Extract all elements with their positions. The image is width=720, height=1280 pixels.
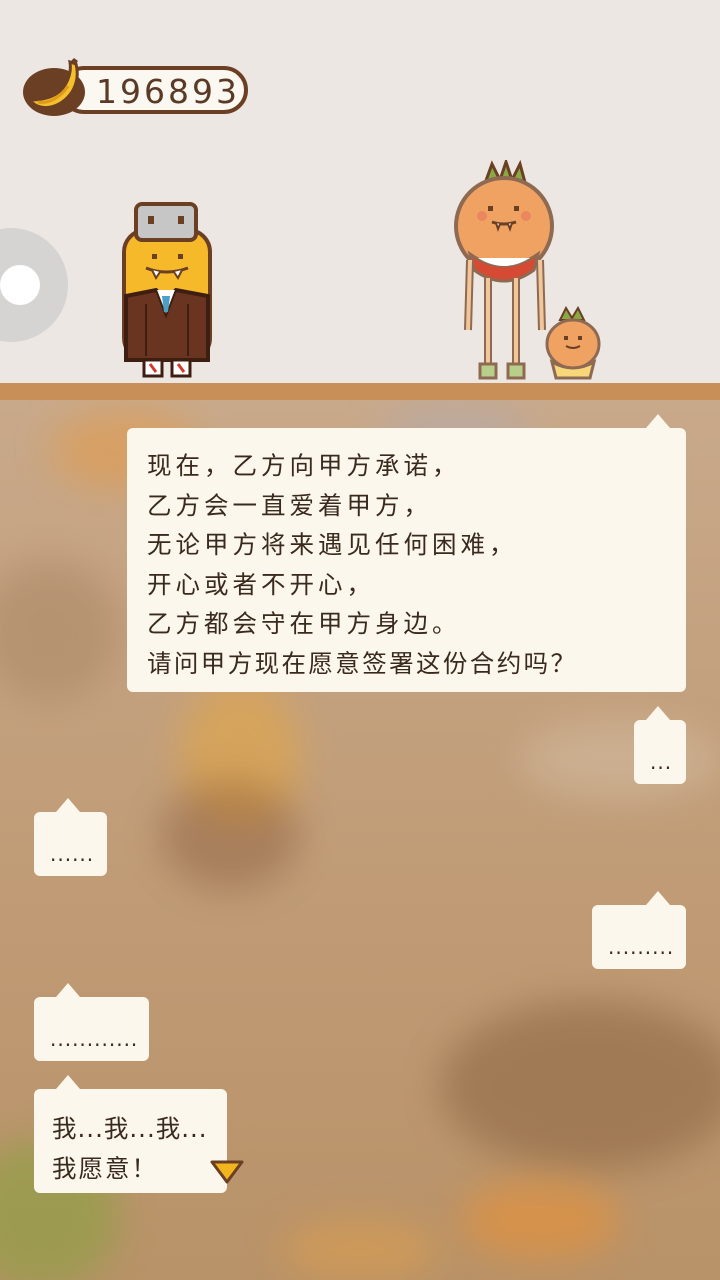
triangle-down-icon[interactable]: [209, 1158, 245, 1186]
dialog-line: 我...我...我...: [52, 1114, 208, 1143]
reply-bubble-3: .........: [592, 891, 686, 969]
reply-text: ............: [50, 1027, 139, 1051]
dialog-line: 无论甲方将来遇见任何困难，: [147, 530, 518, 559]
dialog-line: 乙方会一直爱着甲方，: [147, 490, 432, 520]
banana-count: 196893: [96, 72, 240, 111]
banana-counter: 196893: [20, 58, 252, 120]
dialog-line: 我愿意！: [52, 1153, 158, 1183]
reply-text: ...: [650, 750, 673, 774]
dialog-line: 开心或者不开心，: [147, 569, 375, 599]
reply-bubble-4: ............: [34, 983, 149, 1061]
game-stage: 196893: [0, 0, 720, 385]
yellow-suited-character: [122, 202, 212, 378]
reply-text: .........: [608, 935, 675, 959]
dialog-line: 乙方都会守在甲方身边。: [147, 609, 461, 638]
floor: [0, 383, 720, 400]
main-dialog-bubble: 现在，乙方向甲方承诺， 乙方会一直爱着甲方， 无论甲方将来遇见任何困难， 开心或…: [127, 414, 686, 692]
reply-text: ......: [50, 842, 95, 866]
banana-icon: [23, 58, 85, 116]
side-circle-button[interactable]: [0, 228, 68, 342]
circle-button-icon: [0, 265, 40, 305]
final-dialog-bubble[interactable]: 我...我...我... 我愿意！: [34, 1075, 227, 1193]
small-orange-character: [545, 306, 601, 380]
reply-bubble-2: ......: [34, 798, 107, 876]
dialog-line: 现在，乙方向甲方承诺，: [147, 451, 461, 480]
reply-bubble-1: ...: [634, 706, 686, 784]
dialog-line: 请问甲方现在愿意签署这份合约吗？: [147, 648, 578, 678]
